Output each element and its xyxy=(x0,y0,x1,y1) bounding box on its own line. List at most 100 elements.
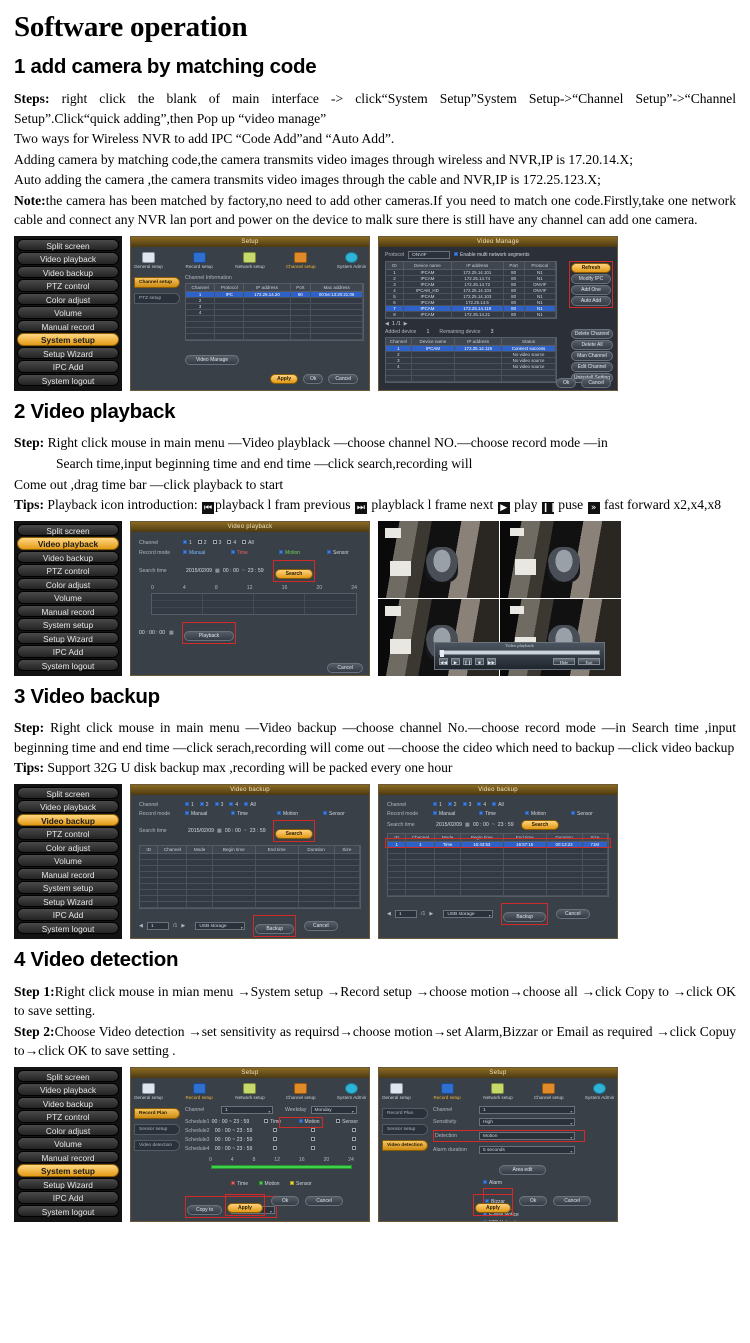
menu-item-split-screen[interactable]: Split screen xyxy=(17,786,119,800)
channel-setup-footer-buttons[interactable]: Apply Ok Cancel xyxy=(270,373,358,384)
menu-item-video-backup[interactable]: Video backup xyxy=(17,550,119,564)
menu-item-color-adjust[interactable]: Color adjust xyxy=(17,1123,119,1137)
menu-item-setup-wizard[interactable]: Setup Wizard xyxy=(17,346,119,360)
channel-select[interactable]: 1 ▾ xyxy=(479,1105,575,1114)
camera-view-1[interactable] xyxy=(378,520,499,598)
auto-add-button[interactable]: Auto Add xyxy=(571,295,611,306)
calendar-icon[interactable]: ▦ xyxy=(217,828,222,834)
apply-button[interactable]: Apply xyxy=(475,1202,511,1213)
schedule-motion-checkbox[interactable] xyxy=(310,1145,346,1152)
record-mode-motion[interactable]: Motion xyxy=(279,549,321,556)
prev-page-icon[interactable]: ◀ xyxy=(385,321,389,327)
search-date-field[interactable]: 2015/02/09 xyxy=(436,822,462,828)
video-manage-footer-buttons[interactable]: Ok Cancel xyxy=(556,377,611,388)
device-list-table[interactable]: ID Device name IP address Port Protocol … xyxy=(385,260,557,319)
tab-general-setup[interactable]: General setup xyxy=(379,1082,414,1101)
area-edit-button[interactable]: Area edit xyxy=(499,1164,546,1175)
playback-button[interactable]: Playback xyxy=(183,630,235,641)
device-pager[interactable]: ◀ 1 /1 ▶ xyxy=(385,321,611,327)
setup-tab-bar[interactable]: General setup Record setup Network setup… xyxy=(131,247,369,272)
table-row[interactable] xyxy=(388,889,608,896)
cancel-button[interactable]: Cancel xyxy=(327,662,363,673)
table-row[interactable] xyxy=(386,375,557,382)
side-tab-record-plan[interactable]: Record Plan xyxy=(382,1107,428,1119)
channel-checkbox-2[interactable]: 2 xyxy=(199,801,209,808)
schedule-time-checkbox[interactable] xyxy=(272,1127,305,1134)
tab-general-setup[interactable]: General setup xyxy=(131,1082,166,1101)
nvr-context-menu-1[interactable]: Split screen Video playback Video backup… xyxy=(14,235,122,391)
menu-item-setup-wizard[interactable]: Setup Wizard xyxy=(17,1177,119,1191)
play-button[interactable]: ▶ xyxy=(451,657,460,665)
menu-item-ipc-add[interactable]: IPC Add xyxy=(17,1191,119,1204)
delete-channel-button[interactable]: Delete Channel xyxy=(571,328,613,339)
ok-button[interactable]: Ok xyxy=(556,377,577,388)
record-mode-time[interactable]: Time xyxy=(231,549,273,556)
channel-checkbox-4[interactable]: 4 xyxy=(229,801,238,808)
apply-button[interactable]: Apply xyxy=(227,1202,263,1213)
side-tab-sensor-setup[interactable]: Sensor setup xyxy=(382,1123,428,1135)
channel-action-buttons[interactable]: Delete Channel Delete All Man Channel Ed… xyxy=(571,328,613,383)
side-tab-record-plan[interactable]: Record Plan xyxy=(134,1107,180,1119)
menu-item-video-playback[interactable]: Video playback xyxy=(17,1083,119,1096)
fast-forward-button[interactable]: ▶▶ xyxy=(487,657,496,665)
tab-network-setup[interactable]: Network setup xyxy=(233,251,268,270)
menu-item-split-screen[interactable]: Split screen xyxy=(17,1069,119,1083)
added-device-table[interactable]: Channel Device name IP address Status 1I… xyxy=(385,336,557,383)
menu-item-color-adjust[interactable]: Color adjust xyxy=(17,577,119,591)
menu-item-video-backup[interactable]: Video backup xyxy=(17,1096,119,1110)
multi-segment-checkbox[interactable]: Enable multi network segments xyxy=(454,251,530,258)
cancel-button[interactable]: Cancel xyxy=(305,1195,343,1206)
channel-checkbox-3[interactable]: 3 xyxy=(462,801,471,808)
playback-control-bar[interactable]: Video playback ◀◀ ▶ ❙❙ ■ ▶▶ Hide Exit xyxy=(434,641,605,670)
tab-general-setup[interactable]: General setup xyxy=(131,251,166,270)
time-to-field[interactable]: 23 : 59 xyxy=(498,822,514,828)
next-page-icon[interactable]: ▶ xyxy=(181,923,185,929)
table-row[interactable] xyxy=(140,901,360,908)
delete-all-button[interactable]: Delete All xyxy=(571,339,613,350)
menu-item-video-backup[interactable]: Video backup xyxy=(17,265,119,279)
search-date-field[interactable]: 2015/02/09 xyxy=(188,828,214,834)
apply-button[interactable]: Apply xyxy=(270,373,299,384)
side-tab-video-detection[interactable]: Video detection xyxy=(134,1139,180,1151)
record-mode-motion[interactable]: Motion xyxy=(525,810,565,817)
protocol-select[interactable]: ONVIF xyxy=(408,250,451,259)
time-picker-icon[interactable]: ▦ xyxy=(169,630,174,636)
detection-select[interactable]: Motion ▾ xyxy=(479,1131,575,1140)
schedule-time[interactable]: 00 : 00 ~ 23 : 59 xyxy=(212,1119,259,1125)
record-mode-manual[interactable]: Manual xyxy=(433,810,473,817)
menu-item-video-playback[interactable]: Video playback xyxy=(17,252,119,265)
menu-item-system-setup[interactable]: System setup xyxy=(17,333,119,346)
menu-item-ipc-add[interactable]: IPC Add xyxy=(17,908,119,921)
search-date-field[interactable]: 2015/02/09 xyxy=(186,568,212,574)
sensitivity-select[interactable]: High ▾ xyxy=(479,1117,575,1126)
channel-checkbox-4[interactable]: 4 xyxy=(227,539,236,546)
playback-preview-grid[interactable]: Video playback ◀◀ ▶ ❙❙ ■ ▶▶ Hide Exit xyxy=(378,520,621,676)
side-tab-channel-setup[interactable]: Channel setup xyxy=(134,276,180,288)
search-button[interactable]: Search xyxy=(274,828,314,839)
modify-ipc-button[interactable]: Modify IPC xyxy=(571,273,611,284)
menu-item-split-screen[interactable]: Split screen xyxy=(17,523,119,537)
time-to-field[interactable]: 23 : 59 xyxy=(248,568,264,574)
schedule-sensor-checkbox[interactable] xyxy=(352,1136,358,1143)
menu-item-system-setup[interactable]: System setup xyxy=(17,1164,119,1177)
menu-item-ptz-control[interactable]: PTZ control xyxy=(17,1110,119,1123)
channel-checkbox-1[interactable]: 1 xyxy=(185,801,194,808)
record-timeline-bar[interactable] xyxy=(211,1164,352,1169)
channel-checkbox-1[interactable]: 1 xyxy=(183,539,192,546)
menu-item-setup-wizard[interactable]: Setup Wizard xyxy=(17,631,119,645)
time-from-field[interactable]: 00 : 00 xyxy=(225,828,241,834)
side-tab-sensor-setup[interactable]: Sensor setup xyxy=(134,1123,180,1135)
menu-item-volume[interactable]: Volume xyxy=(17,1137,119,1150)
schedule-time[interactable]: 00 : 00 ~ 23 : 59 xyxy=(215,1128,267,1134)
menu-item-color-adjust[interactable]: Color adjust xyxy=(17,840,119,854)
channel-checkbox-1[interactable]: 1 xyxy=(433,801,442,808)
menu-item-split-screen[interactable]: Split screen xyxy=(17,238,119,252)
cancel-button[interactable]: Cancel xyxy=(328,373,358,384)
backup-results-table[interactable]: ID Channel Mode Begin time End time Dura… xyxy=(139,844,361,909)
menu-item-system-logout[interactable]: System logout xyxy=(17,373,119,387)
cancel-button[interactable]: Cancel xyxy=(553,1195,591,1206)
schedule-motion-checkbox[interactable] xyxy=(310,1127,346,1134)
menu-item-ptz-control[interactable]: PTZ control xyxy=(17,564,119,577)
next-page-icon[interactable]: ▶ xyxy=(429,911,433,917)
menu-item-system-setup[interactable]: System setup xyxy=(17,881,119,894)
